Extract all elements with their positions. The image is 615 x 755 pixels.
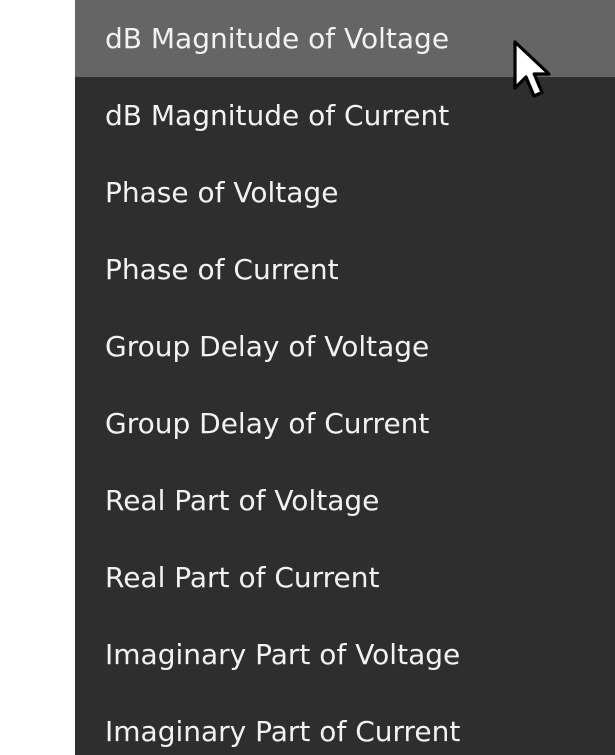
menu-item-db-magnitude-current[interactable]: dB Magnitude of Current: [75, 77, 615, 154]
menu-left-gutter: [0, 0, 75, 755]
menu-list: dB Magnitude of Voltage dB Magnitude of …: [75, 0, 615, 755]
menu-item-group-delay-voltage[interactable]: Group Delay of Voltage: [75, 308, 615, 385]
menu-item-real-part-voltage[interactable]: Real Part of Voltage: [75, 462, 615, 539]
menu-item-imaginary-part-voltage[interactable]: Imaginary Part of Voltage: [75, 616, 615, 693]
menu-item-real-part-current[interactable]: Real Part of Current: [75, 539, 615, 616]
menu-item-db-magnitude-voltage[interactable]: dB Magnitude of Voltage: [75, 0, 615, 77]
menu-item-phase-voltage[interactable]: Phase of Voltage: [75, 154, 615, 231]
menu-item-group-delay-current[interactable]: Group Delay of Current: [75, 385, 615, 462]
menu-item-imaginary-part-current[interactable]: Imaginary Part of Current: [75, 693, 615, 755]
menu-item-phase-current[interactable]: Phase of Current: [75, 231, 615, 308]
context-menu: dB Magnitude of Voltage dB Magnitude of …: [0, 0, 615, 755]
